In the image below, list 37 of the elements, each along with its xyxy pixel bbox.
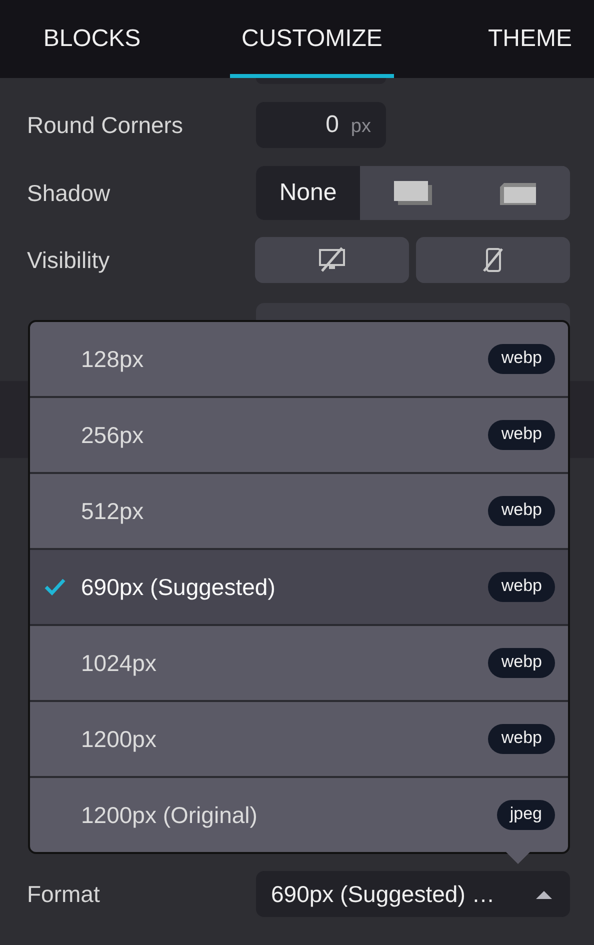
format-tag: webp (488, 724, 555, 754)
field-label: Visibility (27, 246, 111, 274)
dropdown-option[interactable]: 690px (Suggested) webp (30, 548, 568, 624)
check-icon (44, 578, 66, 596)
dropdown-option[interactable]: 128px webp (30, 322, 568, 396)
input-field[interactable] (256, 78, 386, 84)
option-label: 1200px (Original) (81, 802, 258, 828)
caret-up-icon (536, 890, 552, 898)
format-select[interactable]: 690px (Suggested) … (256, 871, 570, 917)
dropdown-option[interactable]: 1200px (Original) jpeg (30, 776, 568, 852)
option-label: 690px (Suggested) (81, 574, 276, 600)
monitor-crossed-icon (318, 247, 346, 273)
format-tag: webp (488, 572, 555, 602)
option-label: 1200px (81, 726, 158, 752)
shadow-rectangle-icon (392, 179, 434, 207)
dropdown-option[interactable]: 1200px webp (30, 700, 568, 776)
option-label: 1024px (81, 650, 158, 676)
tab[interactable]: THEME (480, 4, 580, 78)
dropdown-option[interactable]: 256px webp (30, 396, 568, 472)
option-label: 256px (81, 422, 145, 448)
format-tag: webp (488, 344, 555, 374)
format-tag: webp (488, 420, 555, 450)
hide-on-desktop-button[interactable] (255, 237, 409, 283)
shadow-option[interactable]: None (256, 166, 360, 220)
tab[interactable]: BLOCKS (22, 4, 162, 78)
field-label: Shadow (27, 180, 112, 206)
field-label: Round Corners (27, 112, 184, 138)
number-field[interactable]: 0 px (256, 102, 386, 148)
format-tag: webp (488, 496, 555, 526)
format-tag: webp (488, 648, 555, 678)
field-label: Format (27, 880, 101, 908)
phone-crossed-icon (482, 247, 504, 273)
format-tag: jpeg (496, 800, 555, 830)
option-label: 512px (81, 498, 145, 524)
dropdown-option[interactable]: 1024px webp (30, 624, 568, 700)
option-label: 128px (81, 346, 145, 372)
hide-on-mobile-button[interactable] (416, 237, 570, 283)
